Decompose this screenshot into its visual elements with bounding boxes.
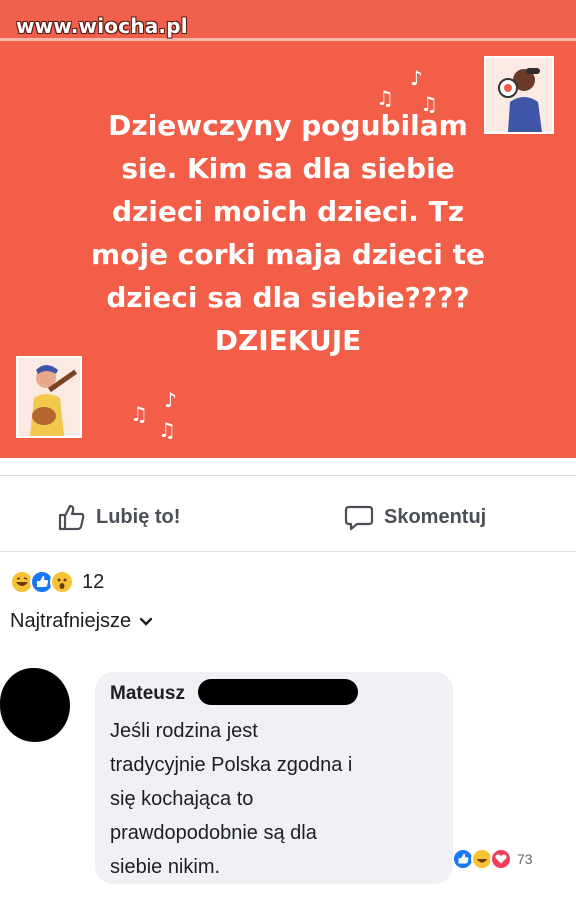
comment-line: Jeśli rodzina jest xyxy=(110,720,258,742)
comment-reaction-count: 73 xyxy=(517,851,533,867)
comment-line: siebie nikim. xyxy=(110,856,221,878)
comment-button[interactable]: Skomentuj xyxy=(344,502,486,532)
wow-emoji-icon xyxy=(50,570,74,594)
post-text: Dziewczyny pogubilam sie. Kim sa dla sie… xyxy=(28,104,548,362)
post-line: Dziewczyny pogubilam xyxy=(108,109,468,142)
reactions-summary[interactable]: 12 xyxy=(10,570,104,594)
comment-line: tradycyjnie Polska zgodna i xyxy=(110,754,353,776)
redaction-mark xyxy=(198,679,358,705)
like-button[interactable]: Lubię to! xyxy=(56,502,180,532)
comment-reactions[interactable]: 73 xyxy=(452,848,533,870)
comment-author[interactable]: Mateusz xyxy=(110,683,185,705)
music-note-icon: ♫ xyxy=(130,402,148,426)
comment-label: Skomentuj xyxy=(384,505,487,528)
music-note-icon: ♫ xyxy=(158,418,176,442)
site-watermark: www.wiocha.pl xyxy=(16,14,188,38)
post-line: dzieci sa dla siebie???? xyxy=(106,281,470,314)
post-line: dzieci moich dzieci. Tz xyxy=(111,195,465,228)
comment-line: się kochająca to xyxy=(110,788,254,810)
avatar[interactable] xyxy=(0,668,70,742)
comment-sort-dropdown[interactable]: Najtrafniejsze xyxy=(10,610,153,633)
reaction-count: 12 xyxy=(82,570,105,593)
comment-text: Jeśli rodzina jest tradycyjnie Polska zg… xyxy=(110,714,440,884)
chevron-down-icon xyxy=(139,617,153,626)
thumbs-up-icon xyxy=(58,504,85,531)
love-emoji-icon xyxy=(490,848,512,870)
comment-line: prawdopodobnie są dla xyxy=(110,822,317,844)
speech-bubble-icon xyxy=(344,505,374,531)
post-action-bar: Lubię to! Skomentuj xyxy=(0,475,576,552)
sort-label: Najtrafniejsze xyxy=(10,610,132,632)
post-line: sie. Kim sa dla siebie xyxy=(121,152,455,185)
music-note-icon: ♪ xyxy=(164,388,177,412)
music-note-icon: ♪ xyxy=(410,66,423,90)
post-line: DZIEKUJE xyxy=(214,324,362,357)
post-line: moje corki maja dzieci te xyxy=(91,238,485,271)
guitar-sticker-icon xyxy=(16,356,82,438)
like-label: Lubię to! xyxy=(96,505,181,528)
